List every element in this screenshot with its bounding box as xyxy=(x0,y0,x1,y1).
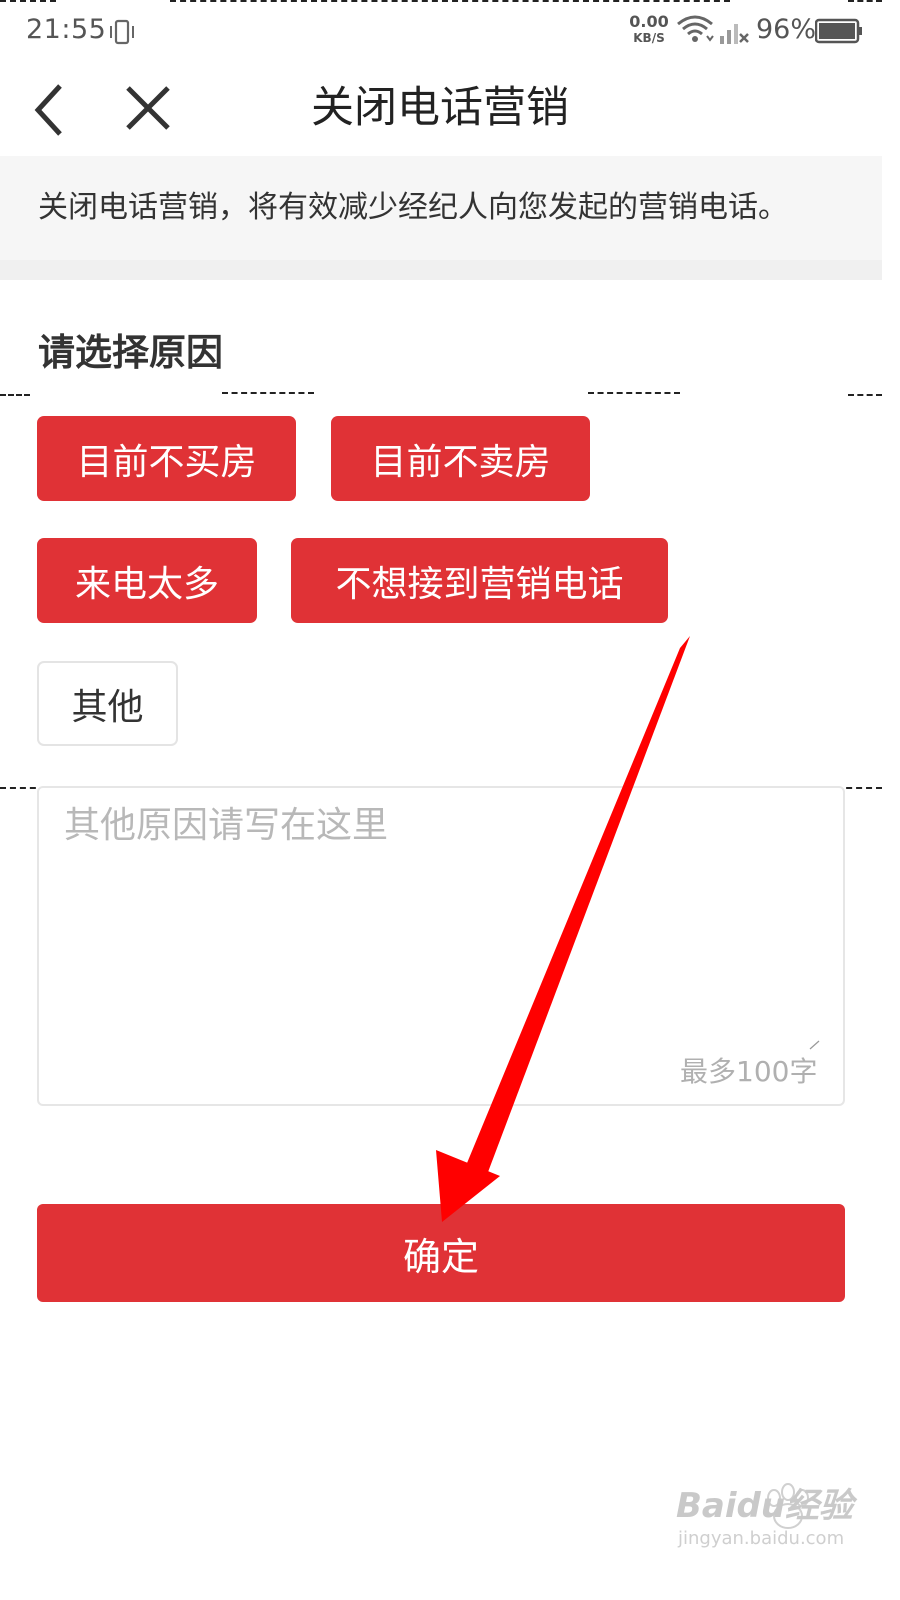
battery-icon xyxy=(815,18,862,44)
crop-guide xyxy=(848,0,882,2)
confirm-button[interactable]: 确定 xyxy=(37,1204,845,1302)
reason-chip[interactable]: 其他 xyxy=(37,661,178,746)
resize-grip-icon[interactable] xyxy=(808,1040,820,1050)
notice-text: 关闭电话营销，将有效减少经纪人向您发起的营销电话。 xyxy=(38,190,788,225)
battery-percent: 96% xyxy=(756,14,817,45)
watermark-url: jingyan.baidu.com xyxy=(678,1528,845,1549)
watermark-brand: Baidu经验 xyxy=(676,1486,854,1526)
crop-guide xyxy=(848,394,882,396)
reason-chip[interactable]: 目前不买房 xyxy=(37,416,296,501)
crop-guide xyxy=(0,0,56,2)
wifi-icon xyxy=(677,15,714,42)
section-title: 请选择原因 xyxy=(38,331,223,374)
char-limit-hint: 最多100字 xyxy=(680,1055,818,1088)
reason-chip[interactable]: 不想接到营销电话 xyxy=(291,538,668,623)
status-bar: 21:55 0.00 KB/S 96% xyxy=(0,0,900,66)
crop-guide xyxy=(222,392,314,394)
vibrate-icon xyxy=(110,19,134,45)
network-speed-value: 0.00 xyxy=(629,12,669,31)
crop-guide xyxy=(170,0,730,2)
other-reason-placeholder: 其他原因请写在这里 xyxy=(64,805,389,846)
section-divider xyxy=(0,260,882,280)
network-speed: 0.00 KB/S xyxy=(628,12,670,45)
status-time: 21:55 xyxy=(26,14,107,45)
network-speed-unit: KB/S xyxy=(633,31,665,45)
reason-chip[interactable]: 目前不卖房 xyxy=(331,416,590,501)
page-title: 关闭电话营销 xyxy=(311,83,569,133)
crop-guide xyxy=(0,394,30,396)
chevron-left-icon[interactable] xyxy=(28,80,72,140)
reason-chip[interactable]: 来电太多 xyxy=(37,538,257,623)
crop-guide xyxy=(588,392,680,394)
signal-icon xyxy=(720,24,749,44)
close-icon[interactable] xyxy=(122,82,174,134)
